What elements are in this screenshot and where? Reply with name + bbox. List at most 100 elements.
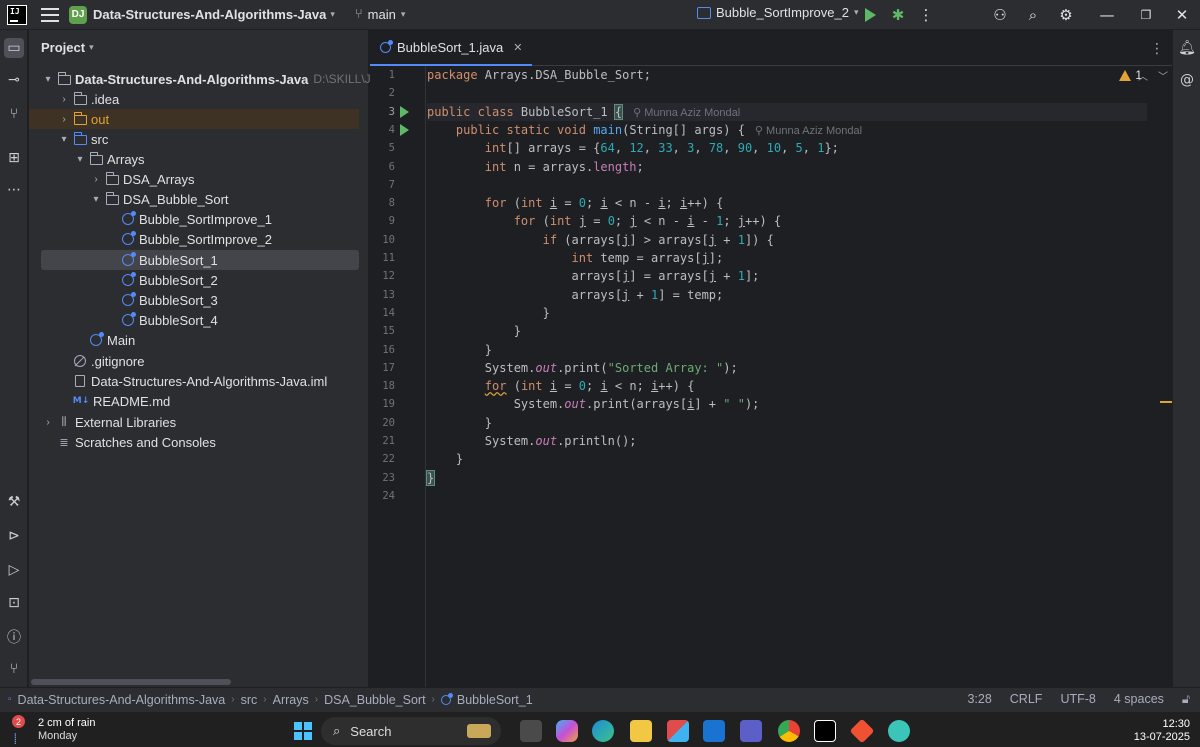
- run-class-gutter-icon[interactable]: [400, 106, 409, 118]
- status-bar: ▫ Data-Structures-And-Algorithms-Java › …: [0, 687, 1200, 711]
- breadcrumb-item[interactable]: src: [241, 693, 258, 707]
- chrome-icon[interactable]: [778, 720, 800, 742]
- line-separator[interactable]: CRLF: [1010, 692, 1043, 707]
- gitignore-icon: [73, 354, 87, 368]
- tree-item-src[interactable]: ▾ src: [41, 129, 387, 149]
- line-number: 15: [382, 325, 395, 338]
- tree-item-label: External Libraries: [75, 414, 177, 430]
- breadcrumb-item[interactable]: Arrays: [273, 693, 309, 707]
- git-taskbar-icon[interactable]: [849, 718, 875, 744]
- close-tab-icon[interactable]: ✕: [513, 41, 522, 54]
- structure-tool-button[interactable]: ⊞: [4, 148, 24, 168]
- file-explorer-icon[interactable]: [630, 720, 652, 742]
- spiral-icon: @: [1180, 72, 1194, 88]
- tree-item-bubble-sortimprove-2[interactable]: Bubble_SortImprove_2: [41, 229, 387, 249]
- network-app-icon[interactable]: [888, 720, 910, 742]
- line-number: 8: [388, 197, 395, 210]
- git-tool-button[interactable]: ⑂: [4, 659, 24, 679]
- problems-tool-button[interactable]: ⓘ: [4, 627, 24, 647]
- more-tabs-icon[interactable]: ⋮: [1150, 40, 1164, 57]
- tree-item-bubble-sortimprove-1[interactable]: Bubble_SortImprove_1: [41, 209, 387, 229]
- tree-item-gitignore[interactable]: .gitignore: [41, 351, 387, 371]
- code-line: for (int j = 0; j < n - i - 1; j++) {: [513, 214, 782, 229]
- task-view-icon[interactable]: [520, 720, 542, 742]
- class-icon: [121, 272, 136, 287]
- tree-item-idea[interactable]: › .idea: [41, 89, 387, 109]
- minimize-icon: —: [1099, 6, 1115, 24]
- author-inlay-hint[interactable]: ⚲ Munna Aziz Mondal: [633, 107, 740, 119]
- class-icon: [121, 312, 136, 327]
- more-tools-button[interactable]: ⋯: [4, 180, 24, 200]
- intellij-taskbar-icon[interactable]: [814, 720, 836, 742]
- tree-item-readme[interactable]: M↓ README.md: [41, 391, 387, 411]
- ai-assistant-tool-button[interactable]: @: [1177, 70, 1197, 90]
- services-tool-button[interactable]: ⊳: [4, 526, 24, 546]
- caret-position[interactable]: 3:28: [967, 692, 991, 707]
- settings-button[interactable]: ⚙: [1056, 5, 1076, 25]
- search-everywhere-button[interactable]: ⌕: [1023, 5, 1043, 25]
- tree-item-external-libraries[interactable]: › ⫼ External Libraries: [41, 412, 387, 432]
- tree-item-project-root[interactable]: ▾ Data-Structures-And-Algorithms-Java D:…: [41, 69, 408, 89]
- start-button[interactable]: [294, 722, 312, 740]
- edge-icon[interactable]: [592, 720, 614, 742]
- tree-item-dsa-bubble-sort[interactable]: ▾ DSA_Bubble_Sort: [41, 189, 387, 209]
- build-tool-button[interactable]: ⚒: [4, 492, 24, 512]
- more-horizontal-icon: ⋯: [7, 182, 21, 198]
- vcs-branch-widget[interactable]: ⑂ main ▾: [355, 7, 406, 22]
- code-line: }: [427, 452, 464, 467]
- debug-button[interactable]: ✱: [888, 5, 908, 25]
- code-with-me-button[interactable]: ⚇: [990, 5, 1010, 25]
- teams-icon[interactable]: [740, 720, 762, 742]
- tree-item-label: Scratches and Consoles: [75, 434, 216, 450]
- copilot-icon[interactable]: [556, 720, 578, 742]
- tree-item-bubblesort-3[interactable]: BubbleSort_3: [41, 290, 387, 310]
- more-actions-button[interactable]: ⋮: [916, 5, 936, 25]
- commit-tool-button[interactable]: ⊸: [4, 70, 24, 90]
- tree-item-dsa-arrays[interactable]: › DSA_Arrays: [41, 169, 387, 189]
- tree-item-label: BubbleSort_4: [139, 312, 218, 328]
- notifications-tool-button[interactable]: 🔔︎: [1177, 38, 1197, 58]
- indent-setting[interactable]: 4 spaces: [1114, 692, 1164, 707]
- main-menu-button[interactable]: [41, 7, 59, 22]
- tree-item-scratches[interactable]: ≣ Scratches and Consoles: [41, 432, 387, 452]
- taskbar-search[interactable]: ⌕ Search: [321, 717, 501, 745]
- author-inlay-hint[interactable]: ⚲ Munna Aziz Mondal: [755, 125, 862, 137]
- tree-item-out[interactable]: › out: [29, 109, 359, 129]
- project-panel-title[interactable]: Project ▾: [41, 40, 94, 55]
- project-switcher[interactable]: Data-Structures-And-Algorithms-Java ▾: [93, 7, 335, 22]
- line-number: 9: [388, 215, 395, 228]
- run-configuration-selector[interactable]: Bubble_SortImprove_2 ▾: [697, 5, 859, 20]
- horizontal-scrollbar[interactable]: [31, 679, 231, 685]
- chevron-down-icon: ▾: [89, 42, 94, 52]
- close-button[interactable]: ✕: [1172, 5, 1192, 25]
- code-line: public class BubbleSort_1 {⚲ Munna Aziz …: [427, 102, 1147, 121]
- tree-item-arrays[interactable]: ▾ Arrays: [41, 149, 387, 169]
- project-tool-button[interactable]: ▭: [4, 38, 24, 58]
- outlook-icon[interactable]: [703, 720, 725, 742]
- tree-item-iml[interactable]: Data-Structures-And-Algorithms-Java.iml: [41, 371, 387, 391]
- tree-item-bubblesort-4[interactable]: BubbleSort_4: [41, 310, 387, 330]
- system-clock[interactable]: 12:30 13-07-2025: [1134, 718, 1190, 744]
- store-icon[interactable]: [667, 720, 689, 742]
- run-button[interactable]: [860, 5, 880, 25]
- breadcrumb-item[interactable]: DSA_Bubble_Sort: [324, 693, 425, 707]
- pull-requests-tool-button[interactable]: ⑂: [4, 104, 24, 124]
- run-main-gutter-icon[interactable]: [400, 124, 409, 136]
- chevron-down-icon[interactable]: ﹀: [1158, 68, 1168, 83]
- terminal-tool-button[interactable]: ⊡: [4, 593, 24, 613]
- breadcrumb-item[interactable]: BubbleSort_1: [457, 693, 533, 707]
- breadcrumb-item[interactable]: Data-Structures-And-Algorithms-Java: [18, 693, 226, 707]
- file-encoding[interactable]: UTF-8: [1060, 692, 1095, 707]
- warning-scroll-marker[interactable]: [1160, 401, 1172, 403]
- tree-item-bubblesort-2[interactable]: BubbleSort_2: [41, 270, 387, 290]
- tree-item-bubblesort-1[interactable]: BubbleSort_1: [41, 250, 359, 270]
- maximize-button[interactable]: ❐: [1136, 5, 1156, 25]
- tree-item-main[interactable]: Main: [41, 330, 387, 350]
- minimize-button[interactable]: —: [1097, 5, 1117, 25]
- code-line: int[] arrays = {64, 12, 33, 3, 78, 90, 1…: [484, 141, 839, 156]
- lock-icon[interactable]: 🔓︎: [1182, 692, 1190, 707]
- weather-widget[interactable]: 2 ⸽ 2 cm of rain Monday: [8, 715, 95, 745]
- code-line: if (arrays[j] > arrays[j + 1]) {: [542, 232, 774, 247]
- tab-bubblesort-1[interactable]: BubbleSort_1.java ✕: [370, 30, 533, 66]
- run-tool-button[interactable]: ▷: [4, 560, 24, 580]
